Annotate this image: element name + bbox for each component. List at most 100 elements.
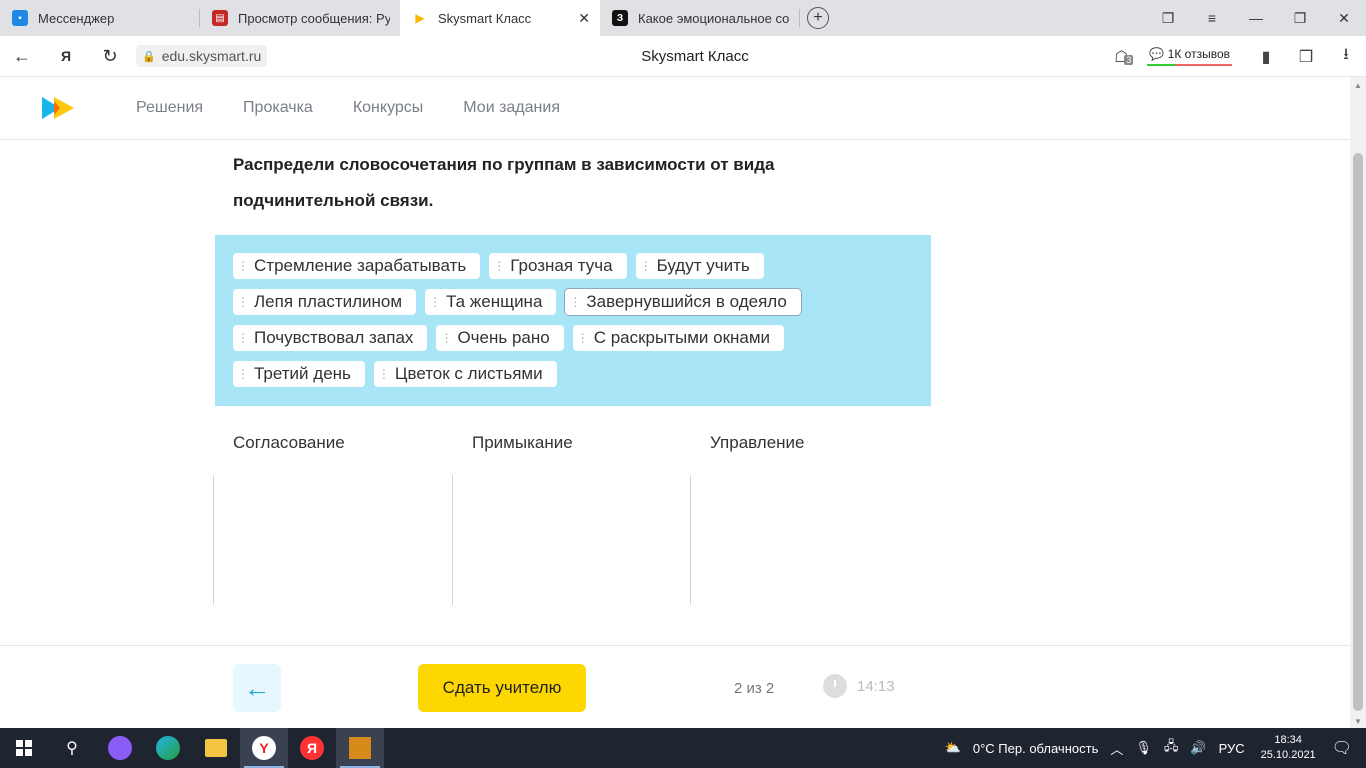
- yandex-browser-icon[interactable]: Y: [240, 728, 288, 768]
- word-chip[interactable]: ⋮ Лепя пластилином: [233, 289, 417, 315]
- tab-messenger[interactable]: ▪ Мессенджер: [0, 0, 200, 36]
- page-scrollbar[interactable]: ▲ ▼: [1350, 77, 1366, 728]
- word-chip[interactable]: ⋮ Стремление зарабатывать: [233, 253, 481, 279]
- volume-icon[interactable]: 🔊: [1190, 740, 1206, 756]
- new-tab-button[interactable]: +: [800, 0, 836, 36]
- drop-zone[interactable]: [213, 475, 452, 605]
- yandex-icon[interactable]: Я: [44, 48, 88, 64]
- bookmark-icon[interactable]: ▮: [1246, 47, 1286, 67]
- skysmart-icon: ▶: [415, 11, 425, 25]
- drag-handle-icon[interactable]: ⋮: [378, 367, 390, 381]
- close-tab-icon[interactable]: ✕: [578, 10, 590, 27]
- word-chip[interactable]: ⋮ С раскрытыми окнами: [572, 325, 785, 351]
- scroll-down-icon[interactable]: ▼: [1354, 717, 1362, 726]
- nav-item-boost[interactable]: Прокачка: [243, 99, 313, 117]
- arrow-left-icon: ←: [244, 672, 270, 703]
- system-clock[interactable]: 18:34 25.10.2021: [1261, 733, 1316, 763]
- clock-date: 25.10.2021: [1260, 749, 1316, 761]
- scroll-up-icon[interactable]: ▲: [1354, 81, 1362, 90]
- back-icon[interactable]: ←: [0, 46, 44, 67]
- browser-right-controls: ☖ 3 💬 1К отзывов ▮ ❒ ⭳: [1101, 36, 1366, 77]
- messenger-icon: ▪: [12, 10, 28, 26]
- word-chip[interactable]: ⋮ Цветок с листьями: [373, 361, 557, 387]
- word-chip[interactable]: ⋮ Завернувшийся в одеяло: [565, 289, 801, 315]
- column-title: Примыкание: [472, 433, 573, 452]
- game-icon[interactable]: [336, 728, 384, 768]
- logo-icon: [42, 97, 74, 119]
- reviews-button[interactable]: 💬 1К отзывов: [1147, 47, 1232, 66]
- clock-icon: [823, 674, 847, 698]
- word-chip[interactable]: ⋮ Будут учить: [635, 253, 764, 279]
- word-chip[interactable]: ⋮ Грозная туча: [489, 253, 627, 279]
- reload-icon[interactable]: ↻: [88, 46, 132, 67]
- word-chip[interactable]: ⋮ Третий день: [233, 361, 365, 387]
- word-chip[interactable]: ⋮ Очень рано: [436, 325, 564, 351]
- nav-item-solutions[interactable]: Решения: [136, 99, 203, 117]
- tab-title: Мессенджер: [38, 10, 115, 26]
- close-window-icon[interactable]: ✕: [1322, 10, 1366, 27]
- scrollbar-thumb[interactable]: [1353, 153, 1363, 711]
- reviews-label: 1К отзывов: [1167, 47, 1230, 61]
- word-bank: ⋮ Стремление зарабатывать ⋮ Грозная туча ⋮…: [215, 235, 931, 406]
- tab-emotional[interactable]: З Какое эмоциональное со: [600, 0, 800, 36]
- word-chip[interactable]: ⋮ Почувствовал запах: [233, 325, 428, 351]
- download-icon[interactable]: ⭳: [1326, 43, 1366, 70]
- restore-icon[interactable]: ❐: [1278, 10, 1322, 27]
- nav-item-my-tasks[interactable]: Мои задания: [463, 99, 560, 117]
- language-indicator[interactable]: РУС: [1219, 741, 1245, 756]
- chip-row: ⋮ Почувствовал запах ⋮ Очень рано ⋮ С раскр…: [233, 325, 913, 351]
- drag-handle-icon[interactable]: ⋮: [577, 331, 589, 345]
- chip-row: ⋮ Стремление зарабатывать ⋮ Грозная туча ⋮…: [233, 253, 913, 279]
- mail-icon: ▤: [212, 10, 228, 26]
- skysmart-logo[interactable]: [42, 97, 74, 119]
- browser-tab-strip: ▪ Мессенджер ▤ Просмотр сообщения: Ру ▶ …: [0, 0, 1366, 36]
- task-footer: ← Сдать учителю 2 из 2 14:13: [0, 645, 1350, 728]
- drag-handle-icon[interactable]: ⋮: [237, 367, 249, 381]
- yandex-icon[interactable]: Я: [288, 728, 336, 768]
- nav-item-contests[interactable]: Конкурсы: [353, 99, 423, 117]
- search-icon[interactable]: ⚲: [48, 728, 96, 768]
- column-title: Согласование: [233, 433, 345, 452]
- drag-handle-icon[interactable]: ⋮: [440, 331, 452, 345]
- plus-icon: +: [807, 7, 829, 29]
- drop-zone[interactable]: [452, 475, 691, 605]
- back-button[interactable]: ←: [233, 664, 281, 712]
- drag-handle-icon[interactable]: ⋮: [640, 259, 652, 273]
- window-controls: ❐ ≡ — ❐ ✕: [1146, 0, 1366, 36]
- tab-skysmart[interactable]: ▶ Skysmart Класс ✕: [400, 0, 600, 36]
- weather-icon[interactable]: ⛅: [945, 740, 961, 756]
- collections-icon[interactable]: ❒: [1286, 47, 1326, 67]
- task-question: Распредели словосочетания по группам в з…: [233, 155, 775, 210]
- task-progress: 2 из 2: [734, 680, 775, 697]
- bookmarks-icon[interactable]: ❐: [1146, 10, 1190, 27]
- drag-handle-icon[interactable]: ⋮: [493, 259, 505, 273]
- drag-handle-icon[interactable]: ⋮: [237, 259, 249, 273]
- tab-message-view[interactable]: ▤ Просмотр сообщения: Ру: [200, 0, 400, 36]
- tab-title: Какое эмоциональное со: [638, 10, 790, 26]
- drop-zone[interactable]: [690, 475, 929, 605]
- network-icon[interactable]: 🖧: [1164, 737, 1179, 759]
- protect-icon[interactable]: ☖ 3: [1101, 47, 1141, 67]
- drag-handle-icon[interactable]: ⋮: [237, 295, 249, 309]
- column-adjacency: Примыкание: [452, 433, 691, 607]
- explorer-icon[interactable]: [192, 728, 240, 768]
- menu-icon[interactable]: ≡: [1190, 10, 1234, 26]
- drag-handle-icon[interactable]: ⋮: [429, 295, 441, 309]
- notifications-icon[interactable]: 🗨: [1332, 738, 1352, 758]
- mic-icon[interactable]: 🎙: [1135, 740, 1152, 756]
- drag-handle-icon[interactable]: ⋮: [237, 331, 249, 345]
- edge-icon[interactable]: [144, 728, 192, 768]
- column-agreement: Согласование: [213, 433, 452, 607]
- weather-text[interactable]: 0°C Пер. облачность: [973, 741, 1099, 756]
- submit-to-teacher-button[interactable]: Сдать учителю: [418, 664, 586, 712]
- url-field[interactable]: 🔒 edu.skysmart.ru: [136, 45, 268, 67]
- word-chip[interactable]: ⋮ Та женщина: [425, 289, 557, 315]
- chevron-up-icon[interactable]: ︿: [1110, 739, 1123, 758]
- lock-icon: 🔒: [142, 50, 156, 63]
- windows-start-icon[interactable]: [0, 728, 48, 768]
- address-bar: ← Я ↻ 🔒 edu.skysmart.ru Skysmart Класс ☖…: [0, 36, 1366, 77]
- alice-icon[interactable]: [96, 728, 144, 768]
- minimize-icon[interactable]: —: [1234, 10, 1278, 26]
- chip-row: ⋮ Лепя пластилином ⋮ Та женщина ⋮ Завернувш…: [233, 289, 913, 315]
- drag-handle-icon[interactable]: ⋮: [569, 295, 581, 309]
